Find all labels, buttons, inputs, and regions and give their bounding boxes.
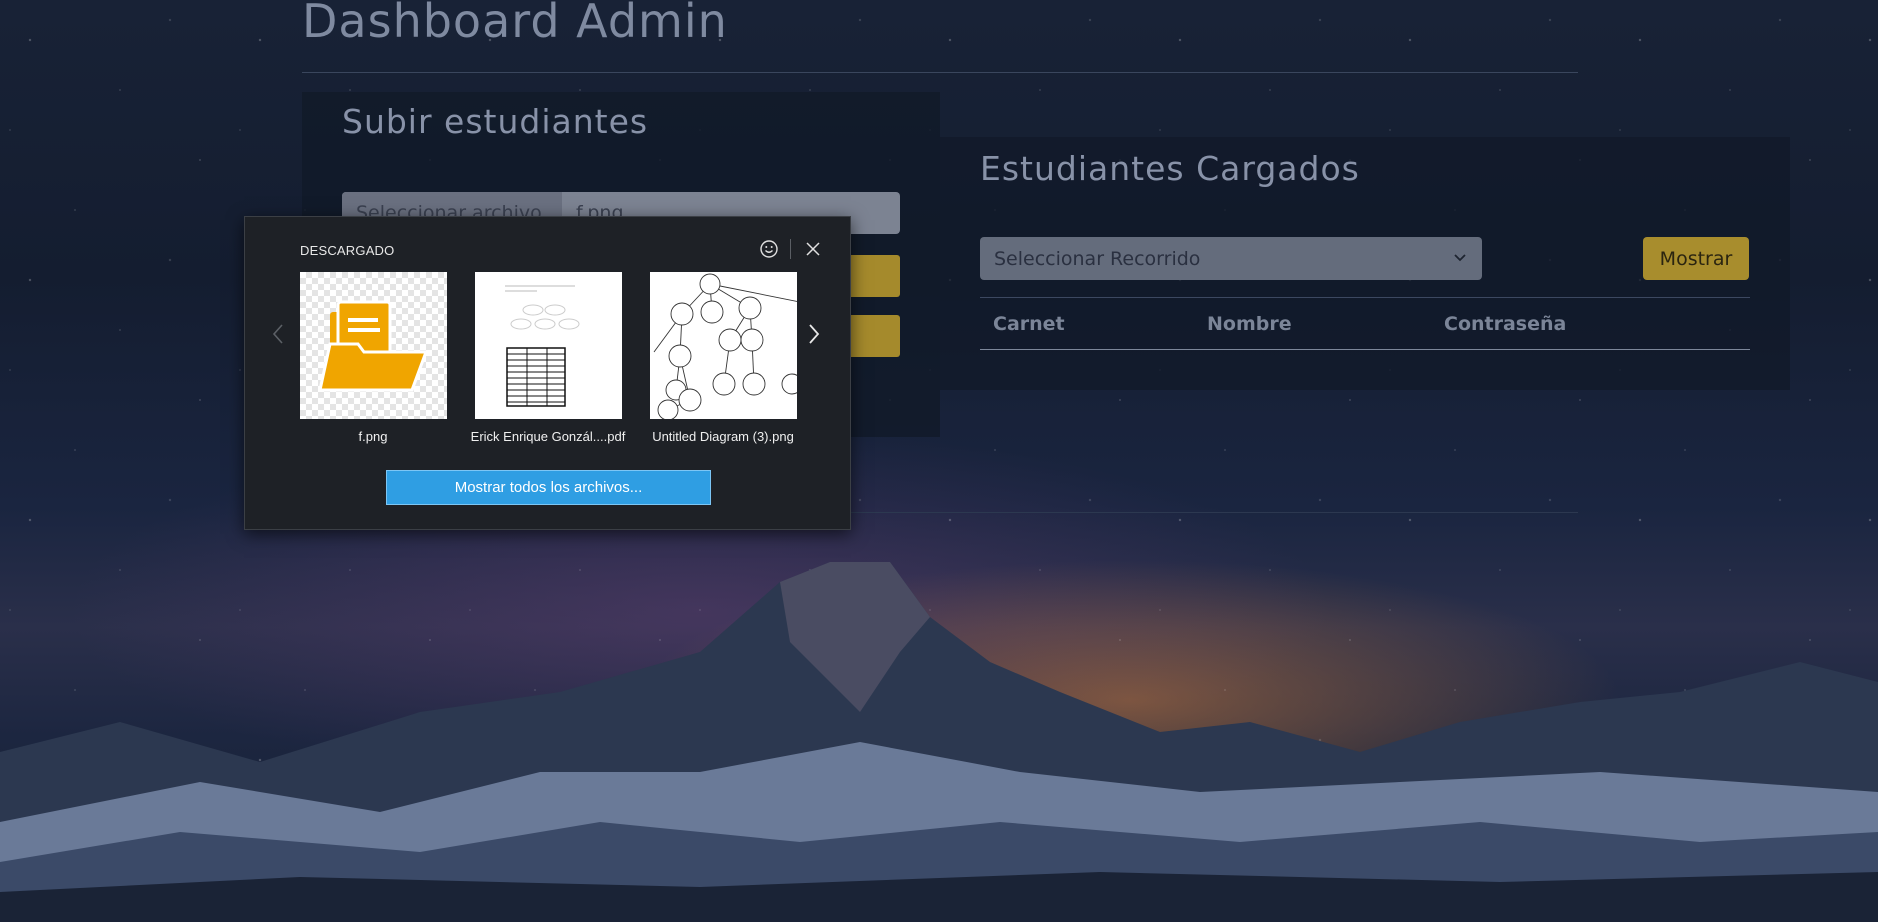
upload-panel-title: Subir estudiantes [342, 102, 649, 141]
column-header-nombre: Nombre [1207, 313, 1292, 335]
column-header-carnet: Carnet [993, 313, 1065, 335]
folder-icon [318, 300, 429, 392]
table-header-border [980, 349, 1750, 350]
document-thumbnail [505, 285, 580, 407]
feedback-smiley-icon[interactable] [759, 239, 779, 259]
show-all-files-button[interactable]: Mostrar todos los archivos... [386, 470, 711, 505]
page-title: Dashboard Admin [302, 0, 728, 48]
loaded-students-panel: Estudiantes Cargados Seleccionar Recorri… [940, 137, 1790, 390]
chevron-right-icon[interactable] [807, 322, 821, 346]
table-top-border [980, 297, 1750, 298]
file-thumbnail-diagram[interactable] [650, 272, 797, 419]
title-divider [302, 72, 1578, 73]
chevron-down-icon [1454, 254, 1466, 262]
chevron-left-icon[interactable] [271, 322, 285, 346]
file-name-1[interactable]: f.png [293, 429, 453, 444]
file-name-3[interactable]: Untitled Diagram (3).png [643, 429, 803, 444]
downloads-popup: DESCARGADO f.png Erick Enrique Gonzál...… [244, 216, 851, 530]
file-name-2[interactable]: Erick Enrique Gonzál....pdf [468, 429, 628, 444]
file-thumbnail-pdf[interactable] [475, 272, 622, 419]
header-separator [790, 239, 791, 259]
close-icon[interactable] [805, 241, 821, 257]
column-header-contrasena: Contraseña [1444, 313, 1567, 335]
downloads-header: DESCARGADO [300, 243, 395, 258]
mountain-landscape [0, 522, 1878, 922]
traversal-select[interactable]: Seleccionar Recorrido [980, 237, 1482, 280]
show-button[interactable]: Mostrar [1643, 237, 1749, 280]
traversal-select-value: Seleccionar Recorrido [994, 247, 1201, 270]
students-panel-title: Estudiantes Cargados [980, 149, 1360, 188]
diagram-thumbnail [653, 273, 797, 419]
file-thumbnail-folder[interactable] [300, 272, 447, 419]
